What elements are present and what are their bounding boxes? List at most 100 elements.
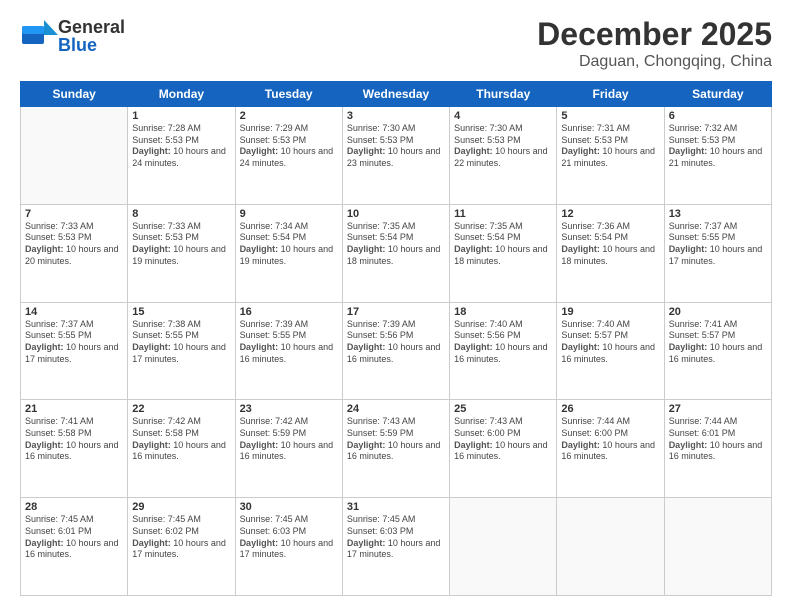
- day-number: 21: [25, 403, 123, 415]
- cell-content: Sunrise: 7:42 AMSunset: 5:58 PMDaylight:…: [132, 416, 230, 463]
- cell-content: Sunrise: 7:45 AMSunset: 6:01 PMDaylight:…: [25, 514, 123, 561]
- cell-content: Sunrise: 7:28 AMSunset: 5:53 PMDaylight:…: [132, 123, 230, 170]
- calendar-cell: 2Sunrise: 7:29 AMSunset: 5:53 PMDaylight…: [235, 107, 342, 205]
- sunset-text: Sunset: 5:57 PM: [669, 330, 736, 340]
- calendar-cell: 6Sunrise: 7:32 AMSunset: 5:53 PMDaylight…: [664, 107, 771, 205]
- day-number: 3: [347, 110, 445, 122]
- calendar-cell: 17Sunrise: 7:39 AMSunset: 5:56 PMDayligh…: [342, 302, 449, 400]
- calendar-cell: [21, 107, 128, 205]
- sunrise-text: Sunrise: 7:35 AM: [347, 221, 416, 231]
- daylight-label: Daylight:: [561, 146, 600, 156]
- week-row-3: 21Sunrise: 7:41 AMSunset: 5:58 PMDayligh…: [21, 400, 772, 498]
- daylight-label: Daylight:: [347, 244, 386, 254]
- daylight-label: Daylight:: [561, 440, 600, 450]
- calendar-cell: 3Sunrise: 7:30 AMSunset: 5:53 PMDaylight…: [342, 107, 449, 205]
- sunset-text: Sunset: 5:59 PM: [347, 428, 414, 438]
- calendar-cell: 7Sunrise: 7:33 AMSunset: 5:53 PMDaylight…: [21, 204, 128, 302]
- calendar-cell: 26Sunrise: 7:44 AMSunset: 6:00 PMDayligh…: [557, 400, 664, 498]
- location-subtitle: Daguan, Chongqing, China: [537, 53, 772, 71]
- daylight-label: Daylight:: [454, 342, 493, 352]
- day-number: 18: [454, 306, 552, 318]
- sunrise-text: Sunrise: 7:30 AM: [347, 123, 416, 133]
- calendar-cell: 22Sunrise: 7:42 AMSunset: 5:58 PMDayligh…: [128, 400, 235, 498]
- sunrise-text: Sunrise: 7:45 AM: [132, 514, 201, 524]
- sunset-text: Sunset: 5:58 PM: [132, 428, 199, 438]
- sunset-text: Sunset: 5:53 PM: [132, 135, 199, 145]
- weekday-header-monday: Monday: [128, 82, 235, 107]
- daylight-label: Daylight:: [669, 244, 708, 254]
- sunset-text: Sunset: 5:53 PM: [669, 135, 736, 145]
- week-row-4: 28Sunrise: 7:45 AMSunset: 6:01 PMDayligh…: [21, 498, 772, 596]
- cell-content: Sunrise: 7:42 AMSunset: 5:59 PMDaylight:…: [240, 416, 338, 463]
- cell-content: Sunrise: 7:32 AMSunset: 5:53 PMDaylight:…: [669, 123, 767, 170]
- sunrise-text: Sunrise: 7:37 AM: [669, 221, 738, 231]
- calendar-cell: 14Sunrise: 7:37 AMSunset: 5:55 PMDayligh…: [21, 302, 128, 400]
- logo-icon: [20, 16, 58, 54]
- sunrise-text: Sunrise: 7:38 AM: [132, 319, 201, 329]
- calendar-cell: 28Sunrise: 7:45 AMSunset: 6:01 PMDayligh…: [21, 498, 128, 596]
- cell-content: Sunrise: 7:39 AMSunset: 5:55 PMDaylight:…: [240, 319, 338, 366]
- day-number: 25: [454, 403, 552, 415]
- daylight-label: Daylight:: [25, 244, 64, 254]
- sunrise-text: Sunrise: 7:45 AM: [25, 514, 94, 524]
- weekday-header-thursday: Thursday: [450, 82, 557, 107]
- title-section: December 2025 Daguan, Chongqing, China: [537, 16, 772, 71]
- calendar-cell: 16Sunrise: 7:39 AMSunset: 5:55 PMDayligh…: [235, 302, 342, 400]
- week-row-2: 14Sunrise: 7:37 AMSunset: 5:55 PMDayligh…: [21, 302, 772, 400]
- cell-content: Sunrise: 7:45 AMSunset: 6:02 PMDaylight:…: [132, 514, 230, 561]
- sunrise-text: Sunrise: 7:45 AM: [240, 514, 309, 524]
- day-number: 22: [132, 403, 230, 415]
- weekday-header-wednesday: Wednesday: [342, 82, 449, 107]
- sunrise-text: Sunrise: 7:40 AM: [454, 319, 523, 329]
- sunrise-text: Sunrise: 7:33 AM: [25, 221, 94, 231]
- calendar-cell: 13Sunrise: 7:37 AMSunset: 5:55 PMDayligh…: [664, 204, 771, 302]
- daylight-label: Daylight:: [240, 538, 279, 548]
- cell-content: Sunrise: 7:39 AMSunset: 5:56 PMDaylight:…: [347, 319, 445, 366]
- logo-general-text: General: [58, 18, 125, 36]
- sunrise-text: Sunrise: 7:43 AM: [454, 416, 523, 426]
- day-number: 10: [347, 208, 445, 220]
- sunset-text: Sunset: 5:55 PM: [25, 330, 92, 340]
- sunrise-text: Sunrise: 7:42 AM: [132, 416, 201, 426]
- cell-content: Sunrise: 7:40 AMSunset: 5:56 PM Daylight:…: [454, 319, 552, 366]
- cell-content: Sunrise: 7:41 AMSunset: 5:58 PMDaylight:…: [25, 416, 123, 463]
- day-number: 27: [669, 403, 767, 415]
- day-number: 19: [561, 306, 659, 318]
- daylight-label: Daylight:: [561, 244, 600, 254]
- sunset-text: Sunset: 5:56 PM: [454, 330, 521, 340]
- calendar-cell: 4Sunrise: 7:30 AMSunset: 5:53 PMDaylight…: [450, 107, 557, 205]
- sunrise-text: Sunrise: 7:36 AM: [561, 221, 630, 231]
- sunrise-text: Sunrise: 7:42 AM: [240, 416, 309, 426]
- sunrise-text: Sunrise: 7:45 AM: [347, 514, 416, 524]
- cell-content: Sunrise: 7:31 AMSunset: 5:53 PMDaylight:…: [561, 123, 659, 170]
- day-number: 9: [240, 208, 338, 220]
- day-number: 6: [669, 110, 767, 122]
- day-number: 24: [347, 403, 445, 415]
- day-number: 30: [240, 501, 338, 513]
- calendar-cell: 8Sunrise: 7:33 AMSunset: 5:53 PMDaylight…: [128, 204, 235, 302]
- sunrise-text: Sunrise: 7:32 AM: [669, 123, 738, 133]
- sunset-text: Sunset: 5:54 PM: [561, 232, 628, 242]
- cell-content: Sunrise: 7:44 AMSunset: 6:01 PMDaylight:…: [669, 416, 767, 463]
- sunset-text: Sunset: 5:53 PM: [454, 135, 521, 145]
- sunset-text: Sunset: 6:01 PM: [669, 428, 736, 438]
- day-number: 15: [132, 306, 230, 318]
- calendar-cell: 27Sunrise: 7:44 AMSunset: 6:01 PMDayligh…: [664, 400, 771, 498]
- daylight-label: Daylight:: [347, 342, 386, 352]
- cell-content: Sunrise: 7:30 AMSunset: 5:53 PMDaylight:…: [347, 123, 445, 170]
- sunset-text: Sunset: 5:53 PM: [240, 135, 307, 145]
- cell-content: Sunrise: 7:44 AMSunset: 6:00 PMDaylight:…: [561, 416, 659, 463]
- calendar-page: General Blue December 2025 Daguan, Chong…: [0, 0, 792, 612]
- sunrise-text: Sunrise: 7:44 AM: [669, 416, 738, 426]
- cell-content: Sunrise: 7:33 AMSunset: 5:53 PM Daylight:…: [25, 221, 123, 268]
- daylight-label: Daylight:: [132, 244, 171, 254]
- day-number: 26: [561, 403, 659, 415]
- daylight-label: Daylight:: [347, 440, 386, 450]
- cell-content: Sunrise: 7:38 AMSunset: 5:55 PMDaylight:…: [132, 319, 230, 366]
- sunset-text: Sunset: 6:01 PM: [25, 526, 92, 536]
- weekday-header-sunday: Sunday: [21, 82, 128, 107]
- day-number: 12: [561, 208, 659, 220]
- cell-content: Sunrise: 7:43 AMSunset: 6:00 PMDaylight:…: [454, 416, 552, 463]
- sunset-text: Sunset: 5:53 PM: [25, 232, 92, 242]
- logo-blue-text: Blue: [58, 36, 125, 54]
